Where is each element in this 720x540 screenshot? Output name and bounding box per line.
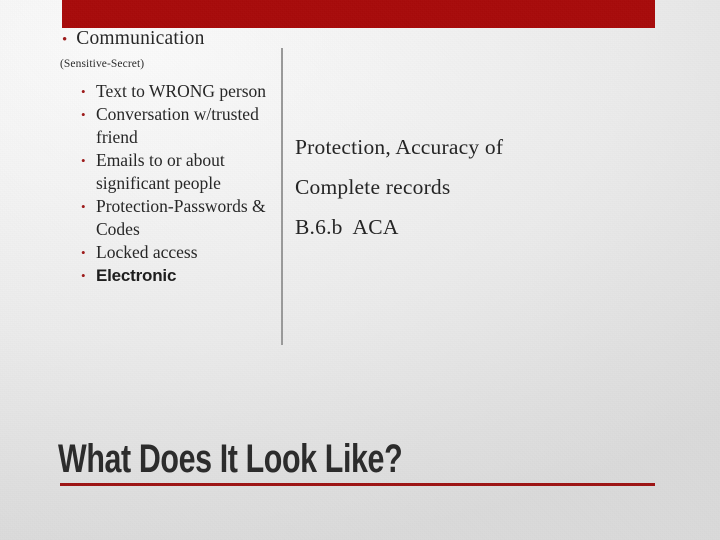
- list-item: • Locked access: [81, 241, 273, 264]
- title-underline-rule: [60, 483, 655, 486]
- right-column: Protection, Accuracy of Complete records…: [295, 127, 695, 247]
- page-title: What Does It Look Like?: [58, 437, 403, 481]
- left-bullet-list: • Text to WRONG person • Conversation w/…: [81, 80, 273, 287]
- level1-bullet-text: Communication: [76, 28, 205, 49]
- list-item-label: Text to WRONG person: [96, 81, 267, 101]
- bullet-marker-icon: •: [81, 199, 86, 214]
- list-item-label: Electronic: [96, 266, 177, 285]
- level1-bullet-row: • Communication: [62, 28, 205, 50]
- bullet-marker-icon: •: [62, 32, 68, 48]
- list-item: • Emails to or about significant people: [81, 149, 273, 195]
- list-item-label: Locked access: [96, 242, 198, 262]
- sensitivity-note: (Sensitive-Secret): [60, 58, 145, 70]
- list-item: • Protection-Passwords & Codes: [81, 195, 273, 241]
- bullet-marker-icon: •: [81, 84, 86, 99]
- bullet-marker-icon: •: [81, 107, 86, 122]
- slide-canvas: • Communication (Sensitive-Secret) • Tex…: [0, 0, 720, 540]
- bullet-marker-icon: •: [81, 153, 86, 168]
- right-column-line: B.6.b ACA: [295, 215, 399, 239]
- list-item: • Electronic: [81, 264, 273, 287]
- bullet-marker-icon: •: [81, 245, 86, 260]
- right-column-line: Complete records: [295, 175, 451, 199]
- list-item: • Conversation w/trusted friend: [81, 103, 273, 149]
- list-item: • Text to WRONG person: [81, 80, 273, 103]
- list-item-label: Conversation w/trusted friend: [96, 104, 259, 147]
- list-item-label: Emails to or about significant people: [96, 150, 225, 193]
- column-divider: [281, 48, 283, 345]
- right-column-line: Protection, Accuracy of: [295, 135, 504, 159]
- list-item-label: Protection-Passwords & Codes: [96, 196, 266, 239]
- bullet-marker-icon: •: [81, 268, 86, 283]
